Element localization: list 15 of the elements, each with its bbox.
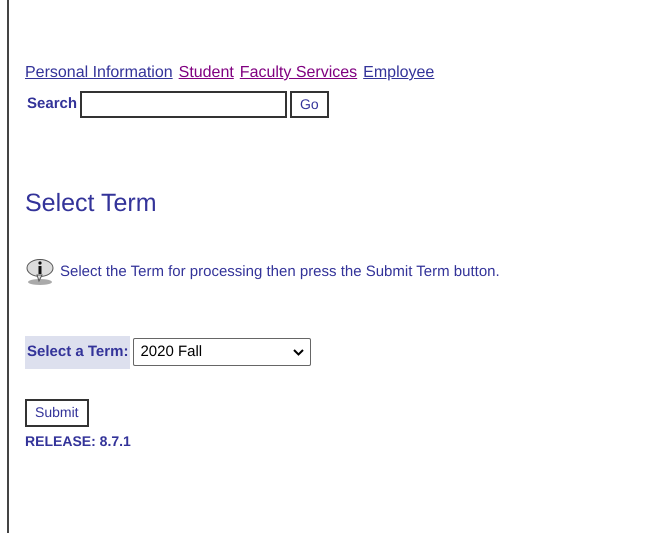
go-button[interactable]: Go [290,91,329,118]
info-message: Select the Term for processing then press the Submit Term button. [60,262,500,282]
nav-link[interactable]: Employee [363,63,434,83]
term-label: Select a Term: [25,336,130,368]
chevron-icon [293,348,304,356]
nav-link[interactable]: Faculty Services [240,63,358,83]
info-icon [25,258,55,286]
release-version: RELEASE: 8.7.1 [25,432,132,450]
search-field[interactable] [80,91,288,118]
page-title: Select Term [25,188,158,218]
submit-button[interactable]: Submit [25,398,89,426]
term-dropdown[interactable]: 2020 Fall [133,338,312,366]
search-label: Search [27,94,78,114]
nav-link[interactable]: Student [178,63,234,83]
nav-link[interactable]: Personal Information [25,63,173,83]
